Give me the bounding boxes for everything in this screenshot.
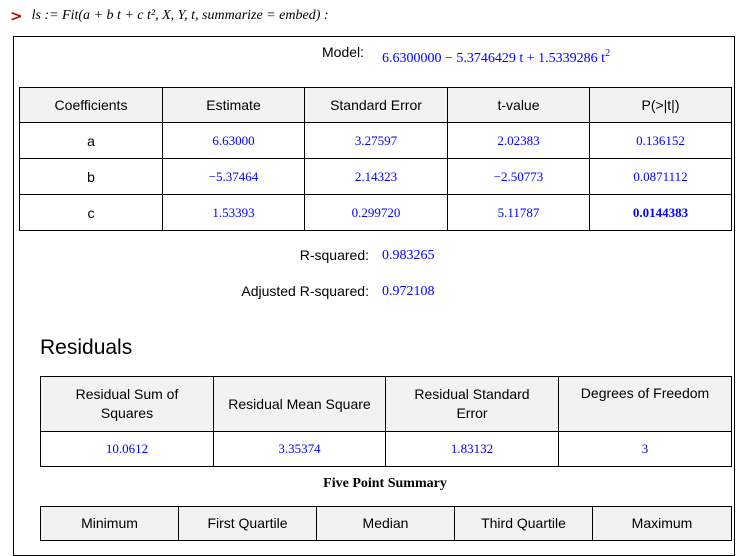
coef-std-error: 2.14323: [304, 158, 448, 195]
table-row: b −5.37464 2.14323 −2.50773 0.0871112: [19, 158, 732, 195]
coef-estimate: 6.63000: [162, 122, 305, 159]
adjusted-r-squared-label: Adjusted R-squared:: [241, 283, 369, 299]
command-text[interactable]: ls := Fit(a + b t + c t², X, Y, t, summa…: [32, 8, 329, 24]
prompt-arrow-icon: >: [10, 7, 23, 25]
coef-p-value: 0.0144383: [589, 194, 732, 231]
col-header: Estimate: [162, 87, 305, 123]
model-exponent: 2: [605, 48, 611, 59]
coef-estimate: −5.37464: [162, 158, 305, 195]
col-header: t-value: [447, 87, 590, 123]
coef-name: b: [19, 158, 163, 195]
five-point-summary-caption: Five Point Summary: [323, 476, 447, 491]
residuals-header-row: Residual Sum of Squares Residual Mean Sq…: [40, 376, 732, 432]
col-header: Standard Error: [304, 87, 448, 123]
col-header: Minimum: [40, 506, 179, 541]
coef-name: a: [19, 122, 163, 159]
col-header: Third Quartile: [454, 506, 593, 541]
col-header: Residual Standard Error: [385, 376, 559, 432]
col-header: Maximum: [592, 506, 732, 541]
coef-std-error: 3.27597: [304, 122, 448, 159]
col-header: P(>|t|): [589, 87, 732, 123]
residuals-table: Residual Sum of Squares Residual Mean Sq…: [40, 376, 732, 467]
table-row: c 1.53393 0.299720 5.11787 0.0144383: [19, 194, 732, 231]
five-point-header-row: Minimum First Quartile Median Third Quar…: [40, 506, 732, 541]
residual-standard-error: 1.83132: [385, 431, 559, 467]
degrees-of-freedom: 3: [558, 431, 732, 467]
coef-name: c: [19, 194, 163, 231]
coef-t-value: 5.11787: [447, 194, 590, 231]
r-squared-value: 0.983265: [382, 248, 435, 263]
table-row: 10.0612 3.35374 1.83132 3: [40, 431, 732, 467]
col-header: Coefficients: [19, 87, 163, 123]
coefficients-table: Coefficients Estimate Standard Error t-v…: [19, 87, 732, 231]
coef-std-error: 0.299720: [304, 194, 448, 231]
residuals-title: Residuals: [40, 336, 133, 359]
residual-sum-of-squares: 10.0612: [40, 431, 214, 467]
model-expression: 6.6300000 − 5.3746429 t + 1.5339286 t2: [382, 48, 611, 66]
col-header: First Quartile: [178, 506, 317, 541]
residual-mean-square: 3.35374: [213, 431, 386, 467]
r-squared-label: R-squared:: [299, 247, 369, 263]
coef-t-value: −2.50773: [447, 158, 590, 195]
table-row: a 6.63000 3.27597 2.02383 0.136152: [19, 122, 732, 159]
col-header: Residual Mean Square: [213, 376, 386, 432]
coef-t-value: 2.02383: [447, 122, 590, 159]
coef-estimate: 1.53393: [162, 194, 305, 231]
col-header: Degrees of Freedom: [558, 376, 732, 432]
coef-p-value: 0.0871112: [589, 158, 732, 195]
command-line[interactable]: > ls := Fit(a + b t + c t², X, Y, t, sum…: [10, 4, 329, 28]
model-label: Model:: [322, 44, 365, 60]
coefficients-header-row: Coefficients Estimate Standard Error t-v…: [19, 87, 732, 123]
col-header: Residual Sum of Squares: [40, 376, 214, 432]
col-header: Median: [316, 506, 455, 541]
coef-p-value: 0.136152: [589, 122, 732, 159]
adjusted-r-squared-value: 0.972108: [382, 284, 435, 299]
